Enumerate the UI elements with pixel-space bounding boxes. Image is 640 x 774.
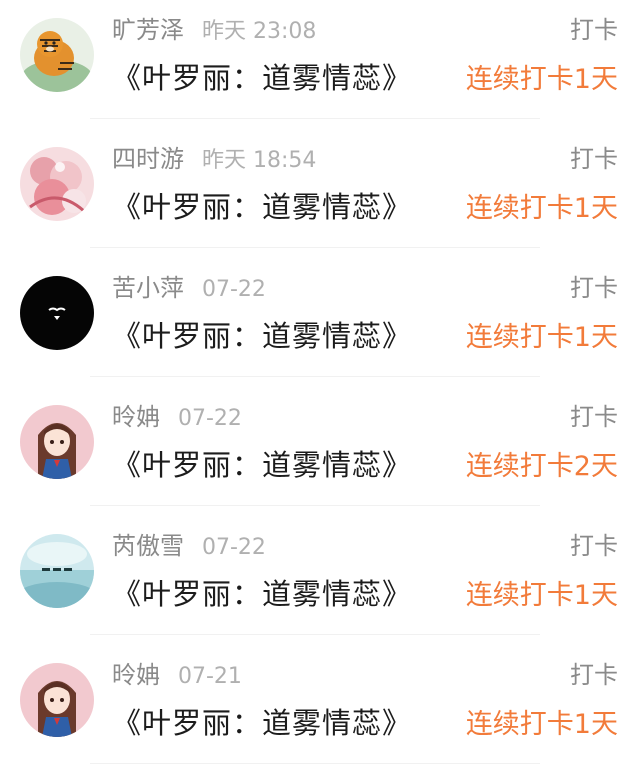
checkin-label: 打卡	[570, 661, 618, 689]
anime-girl-avatar-icon[interactable]	[20, 663, 94, 737]
checkin-item[interactable]: 苦小萍 07-22 打卡 《叶罗丽：道雾情蕊》 连续打卡1天	[0, 258, 640, 387]
checkin-time: 07-21	[178, 664, 242, 689]
checkin-label: 打卡	[570, 274, 618, 302]
streak-text: 连续打卡1天	[465, 580, 618, 611]
user-name[interactable]: 昤姌 07-22	[112, 397, 242, 432]
black-avatar-icon[interactable]	[20, 276, 94, 350]
user-name[interactable]: 旷芳泽 昨天 23:08	[112, 10, 316, 45]
user-name[interactable]: 芮傲雪 07-22	[112, 526, 266, 561]
pink-illustration-avatar-icon[interactable]	[20, 147, 94, 221]
book-title[interactable]: 《叶罗丽：道雾情蕊》	[112, 571, 412, 613]
book-title[interactable]: 《叶罗丽：道雾情蕊》	[112, 442, 412, 484]
checkin-feed: 旷芳泽 昨天 23:08 打卡 《叶罗丽：道雾情蕊》 连续打卡1天 四时游 昨天 1…	[0, 0, 640, 774]
anime-girl-avatar-icon[interactable]	[20, 405, 94, 479]
divider	[90, 763, 540, 764]
sky-landscape-avatar-icon[interactable]	[20, 534, 94, 608]
checkin-label: 打卡	[570, 532, 618, 560]
book-title[interactable]: 《叶罗丽：道雾情蕊》	[112, 184, 412, 226]
user-name[interactable]: 四时游 昨天 18:54	[112, 139, 316, 174]
user-name[interactable]: 苦小萍 07-22	[112, 268, 266, 303]
divider	[90, 505, 540, 506]
checkin-time: 昨天 23:08	[202, 19, 317, 44]
checkin-label: 打卡	[570, 145, 618, 173]
checkin-label: 打卡	[570, 16, 618, 44]
checkin-time: 07-22	[178, 406, 242, 431]
checkin-time: 07-22	[202, 535, 266, 560]
divider	[90, 634, 540, 635]
streak-text: 连续打卡2天	[465, 451, 618, 482]
book-title[interactable]: 《叶罗丽：道雾情蕊》	[112, 700, 412, 742]
checkin-item[interactable]: 昤姌 07-22 打卡 《叶罗丽：道雾情蕊》 连续打卡2天	[0, 387, 640, 516]
book-title[interactable]: 《叶罗丽：道雾情蕊》	[112, 313, 412, 355]
checkin-item[interactable]: 旷芳泽 昨天 23:08 打卡 《叶罗丽：道雾情蕊》 连续打卡1天	[0, 0, 640, 129]
streak-text: 连续打卡1天	[465, 709, 618, 740]
divider	[90, 247, 540, 248]
checkin-time: 07-22	[202, 277, 266, 302]
checkin-time: 昨天 18:54	[202, 148, 317, 173]
divider	[90, 118, 540, 119]
checkin-item[interactable]: 四时游 昨天 18:54 打卡 《叶罗丽：道雾情蕊》 连续打卡1天	[0, 129, 640, 258]
streak-text: 连续打卡1天	[465, 64, 618, 95]
book-title[interactable]: 《叶罗丽：道雾情蕊》	[112, 55, 412, 97]
checkin-item[interactable]: 昤姌 07-21 打卡 《叶罗丽：道雾情蕊》 连续打卡1天	[0, 645, 640, 774]
divider	[90, 376, 540, 377]
user-name[interactable]: 昤姌 07-21	[112, 655, 242, 690]
streak-text: 连续打卡1天	[465, 322, 618, 353]
checkin-item[interactable]: 芮傲雪 07-22 打卡 《叶罗丽：道雾情蕊》 连续打卡1天	[0, 516, 640, 645]
tiger-avatar-icon[interactable]	[20, 18, 94, 92]
checkin-label: 打卡	[570, 403, 618, 431]
streak-text: 连续打卡1天	[465, 193, 618, 224]
